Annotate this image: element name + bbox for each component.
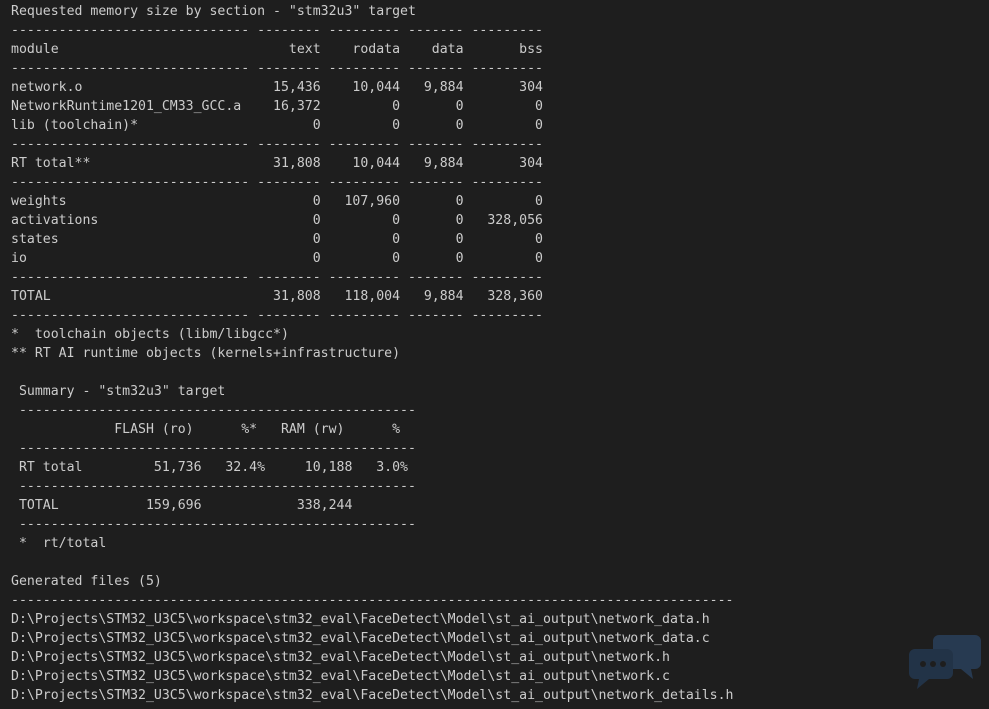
table-row: activations 0 0 0 328,056 xyxy=(11,213,543,228)
summary-separator: ----------------------------------------… xyxy=(11,517,416,532)
table-row: lib (toolchain)* 0 0 0 0 xyxy=(11,118,543,133)
table-separator: ------------------------------ -------- … xyxy=(11,270,543,285)
table-separator: ------------------------------ -------- … xyxy=(11,175,543,190)
table-row: NetworkRuntime1201_CM33_GCC.a 16,372 0 0… xyxy=(11,99,543,114)
table-row-total: TOTAL 31,808 118,004 9,884 328,360 xyxy=(11,289,543,304)
summary-row-rt-total: RT total 51,736 32.4% 10,188 3.0% xyxy=(11,460,408,475)
summary-separator: ----------------------------------------… xyxy=(11,479,416,494)
generated-file-path: D:\Projects\STM32_U3C5\workspace\stm32_e… xyxy=(11,688,734,703)
table-row: weights 0 107,960 0 0 xyxy=(11,194,543,209)
table-separator: ------------------------------ -------- … xyxy=(11,308,543,323)
summary-title: Summary - "stm32u3" target xyxy=(11,384,226,399)
table-separator: ------------------------------ -------- … xyxy=(11,137,543,152)
generated-files-title: Generated files (5) xyxy=(11,574,162,589)
footnote: * toolchain objects (libm/libgcc*) xyxy=(11,327,289,342)
generated-file-path: D:\Projects\STM32_U3C5\workspace\stm32_e… xyxy=(11,631,710,646)
generated-file-path: D:\Projects\STM32_U3C5\workspace\stm32_e… xyxy=(11,650,670,665)
summary-row-total: TOTAL 159,696 338,244 xyxy=(11,498,353,513)
summary-separator: ----------------------------------------… xyxy=(11,403,416,418)
generated-file-path: D:\Projects\STM32_U3C5\workspace\stm32_e… xyxy=(11,669,670,684)
table-row: network.o 15,436 10,044 9,884 304 xyxy=(11,80,543,95)
summary-separator: ----------------------------------------… xyxy=(11,441,416,456)
footnote: ** RT AI runtime objects (kernels+infras… xyxy=(11,346,401,361)
table-header-row: module text rodata data bss xyxy=(11,42,543,57)
summary-footnote: * rt/total xyxy=(11,536,107,551)
section-report-title: Requested memory size by section - "stm3… xyxy=(11,4,416,19)
table-separator: ------------------------------ -------- … xyxy=(11,61,543,76)
generated-files-separator: ----------------------------------------… xyxy=(11,593,734,608)
table-separator: ------------------------------ -------- … xyxy=(11,23,543,38)
table-row: states 0 0 0 0 xyxy=(11,232,543,247)
chat-bubbles-icon xyxy=(909,635,981,689)
terminal-output[interactable]: Requested memory size by section - "stm3… xyxy=(0,0,989,709)
table-row: io 0 0 0 0 xyxy=(11,251,543,266)
generated-file-path: D:\Projects\STM32_U3C5\workspace\stm32_e… xyxy=(11,612,710,627)
summary-header-row: FLASH (ro) %* RAM (rw) % xyxy=(11,422,401,437)
table-row-rt-total: RT total** 31,808 10,044 9,884 304 xyxy=(11,156,543,171)
